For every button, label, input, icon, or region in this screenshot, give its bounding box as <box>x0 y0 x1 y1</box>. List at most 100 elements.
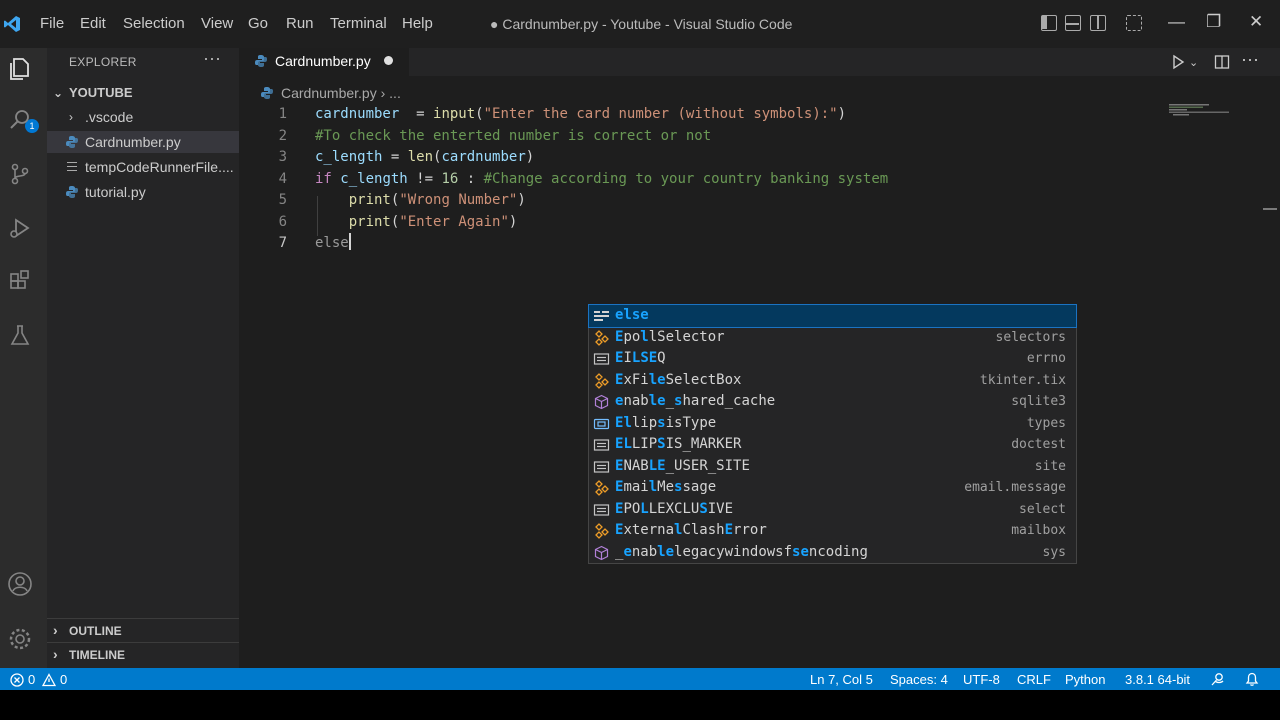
menu-go[interactable]: Go <box>248 15 268 32</box>
chevron-down-icon: ⌄ <box>53 86 64 100</box>
run-debug-icon[interactable] <box>6 214 34 242</box>
search-icon[interactable] <box>6 106 34 134</box>
suggestion-item[interactable]: else <box>588 304 1077 328</box>
suggestion-label: else <box>615 305 649 327</box>
toggle-panel-icon[interactable] <box>1065 15 1081 31</box>
suggestion-label-segment: le <box>648 393 666 409</box>
menu-file[interactable]: File <box>40 15 64 32</box>
suggestion-label-segment: SelectBox <box>665 371 742 388</box>
cursor-position[interactable]: Ln 7, Col 5 <box>810 672 873 687</box>
timeline-section[interactable]: › TIMELINE <box>47 642 239 666</box>
activity-bar: 1 <box>0 48 47 668</box>
more-actions-button[interactable]: ··· <box>203 48 221 69</box>
suggestion-label-segment: rror <box>733 522 767 538</box>
menu-selection[interactable]: Selection <box>123 15 185 32</box>
tree-item-vscode[interactable]: › .vscode <box>47 106 239 128</box>
toggle-sidebar-icon[interactable] <box>1041 15 1057 31</box>
outline-section[interactable]: › OUTLINE <box>47 618 239 642</box>
menu-edit[interactable]: Edit <box>80 15 106 32</box>
code-token: 16 <box>441 170 459 187</box>
code-token: != <box>407 170 442 187</box>
suggestion-item[interactable]: ENABLE_USER_SITE site <box>589 456 1076 478</box>
suggestion-label-segment: l <box>648 371 658 388</box>
suggest-widget[interactable]: else EpollSelector selectors EILSEQ errno ExF… <box>588 304 1077 564</box>
menu-view[interactable]: View <box>201 15 233 32</box>
class-icon <box>593 372 610 389</box>
suggestion-item[interactable]: ELLIPSIS_MARKER doctest <box>589 434 1076 456</box>
tab-cardnumber[interactable]: Cardnumber.py <box>239 48 409 76</box>
feedback-icon[interactable] <box>1210 671 1226 687</box>
run-python-file-icon[interactable] <box>1170 54 1186 70</box>
suggestion-item[interactable]: ExFileSelectBox tkinter.tix <box>589 370 1076 392</box>
notifications-bell-icon[interactable] <box>1244 671 1260 687</box>
suggestion-label: EpollSelector <box>615 327 725 349</box>
code-token: ) <box>508 213 518 230</box>
tree-item-tempcoderunner[interactable]: tempCodeRunnerFile.... <box>47 156 239 178</box>
end-of-line[interactable]: CRLF <box>1017 672 1051 687</box>
suggestion-item[interactable]: EPOLLEXCLUSIVE select <box>589 499 1076 521</box>
editor-more-actions-icon[interactable]: ··· <box>1241 49 1259 70</box>
files-icon[interactable] <box>6 54 34 82</box>
line-text: c_length = len(cardnumber) <box>315 147 534 168</box>
tree-item-label: tutorial.py <box>85 184 146 200</box>
suggestion-label-segment: else <box>615 307 649 323</box>
editor-area: Cardnumber.py ⌄ ··· Cardnumber.py › ... … <box>239 48 1280 668</box>
file-encoding[interactable]: UTF-8 <box>963 672 1000 687</box>
code-token: print <box>348 213 391 230</box>
tree-item-tutorial[interactable]: tutorial.py <box>47 181 239 203</box>
python-interpreter[interactable]: 3.8.1 64-bit <box>1125 672 1190 687</box>
suggestion-label-segment: nab <box>623 393 649 409</box>
close-button[interactable]: ✕ <box>1249 12 1263 32</box>
split-editor-icon[interactable] <box>1214 54 1230 70</box>
menu-run[interactable]: Run <box>286 15 314 32</box>
suggestion-label-segment: s <box>657 414 666 431</box>
suggestion-item[interactable]: enable_shared_cache sqlite3 <box>589 391 1076 413</box>
tree-item-label: .vscode <box>85 109 134 125</box>
suggestion-label-segment: lSelector <box>648 328 725 345</box>
restore-button[interactable]: ❐ <box>1206 12 1221 32</box>
suggestion-label-segment: IVE <box>707 500 734 517</box>
minimize-button[interactable]: — <box>1168 12 1185 32</box>
line-text: cardnumber = input("Enter the card numbe… <box>315 104 846 125</box>
suggestion-item[interactable]: EmailMessage email.message <box>589 477 1076 499</box>
toggle-secondary-sidebar-icon[interactable] <box>1090 15 1106 31</box>
menu-help[interactable]: Help <box>402 15 433 32</box>
unsaved-dot-icon[interactable] <box>384 56 393 65</box>
indentation[interactable]: Spaces: 4 <box>890 672 948 687</box>
tab-bar: Cardnumber.py ⌄ ··· <box>239 48 1280 76</box>
suggestion-detail: sqlite3 <box>1011 394 1066 409</box>
suggestion-label-segment: po <box>623 328 641 345</box>
suggestion-detail: mailbox <box>1011 523 1066 538</box>
suggestion-item[interactable]: ExternalClashError mailbox <box>589 520 1076 542</box>
constant-icon <box>593 459 610 475</box>
line-text: print("Wrong Number") <box>315 190 526 211</box>
suggestion-item[interactable]: EpollSelector selectors <box>589 327 1076 349</box>
account-icon[interactable] <box>6 570 34 598</box>
folder-header-youtube[interactable]: ⌄ YOUTUBE <box>47 82 239 104</box>
folder-name: YOUTUBE <box>69 85 133 100</box>
python-file-icon <box>66 136 78 148</box>
warning-icon <box>42 673 56 687</box>
code-token: c_length <box>340 170 408 187</box>
constant-icon <box>593 351 610 367</box>
suggestion-detail: sys <box>1042 544 1066 560</box>
suggestion-label-segment: le <box>657 543 675 560</box>
customize-layout-icon[interactable] <box>1126 15 1142 31</box>
extensions-icon[interactable] <box>6 268 34 296</box>
source-control-icon[interactable] <box>6 160 34 188</box>
run-dropdown-chevron-icon[interactable]: ⌄ <box>1189 56 1198 69</box>
suggestion-label-segment: nab <box>631 543 658 560</box>
menu-terminal[interactable]: Terminal <box>330 15 387 32</box>
suggestion-detail: select <box>1019 501 1066 517</box>
gear-icon[interactable] <box>6 625 34 653</box>
language-mode[interactable]: Python <box>1065 672 1105 687</box>
suggestion-item[interactable]: EILSEQ errno <box>589 348 1076 370</box>
testing-icon[interactable] <box>6 322 34 350</box>
suggestion-item[interactable]: EllipsisType types <box>589 413 1076 435</box>
suggestion-label: EllipsisType <box>615 413 716 435</box>
suggestion-item[interactable]: _enablelegacywindowsfsencoding sys <box>589 542 1076 564</box>
tree-item-cardnumber[interactable]: Cardnumber.py <box>47 131 239 153</box>
minimap[interactable] <box>1169 104 1249 116</box>
text-cursor <box>348 233 351 250</box>
